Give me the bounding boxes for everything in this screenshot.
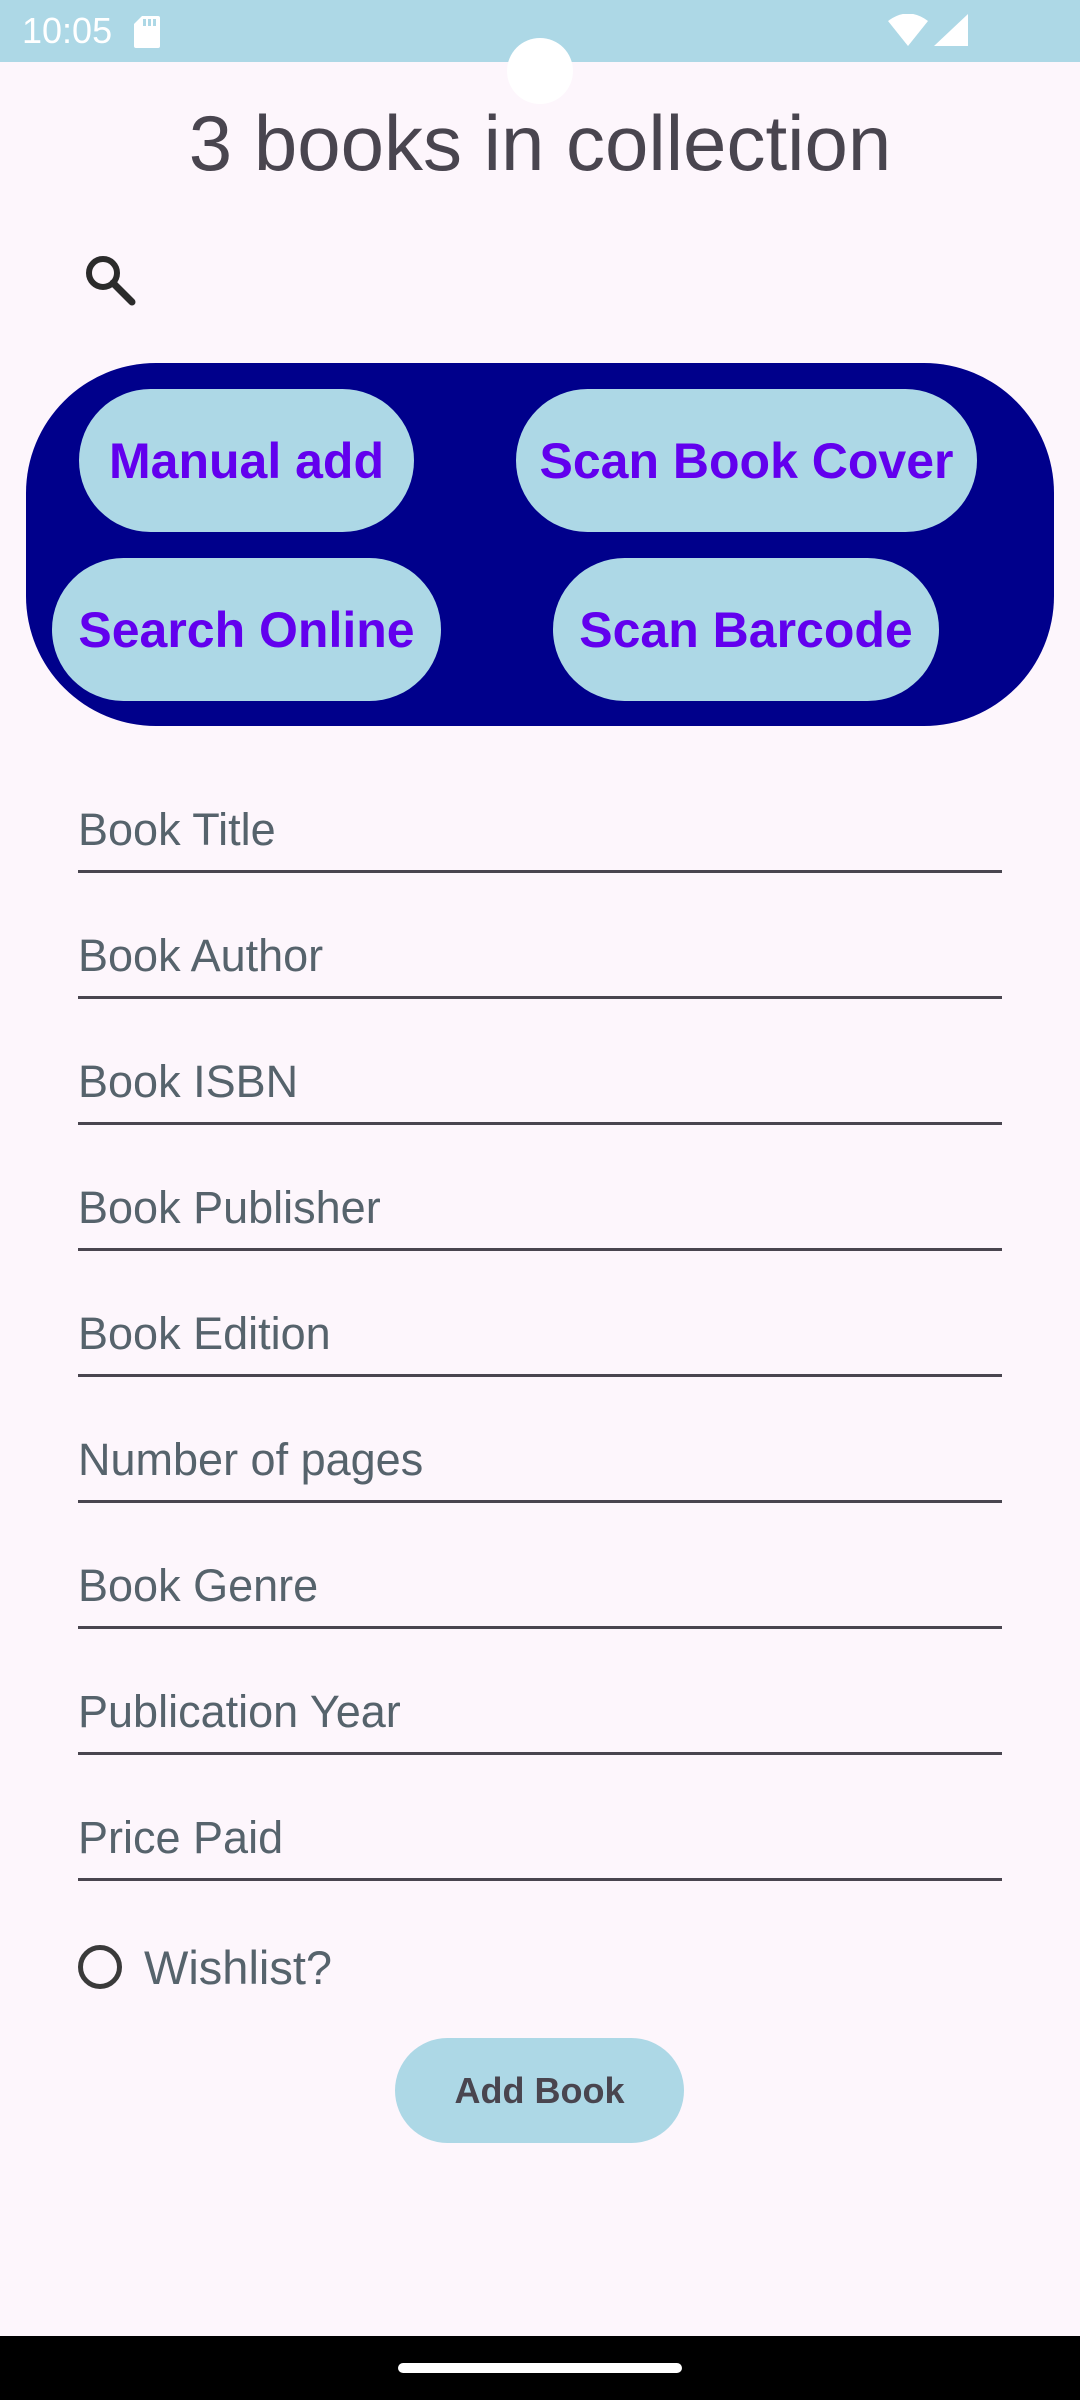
status-time: 10:05 <box>22 10 113 51</box>
book-genre-input[interactable] <box>78 1560 1002 1612</box>
number-of-pages-input[interactable] <box>78 1434 1002 1486</box>
book-genre-field <box>78 1549 1002 1629</box>
book-edition-field <box>78 1297 1002 1377</box>
book-publisher-input[interactable] <box>78 1182 1002 1234</box>
page-title: 3 books in collection <box>188 99 892 187</box>
search-icon[interactable] <box>82 252 138 308</box>
camera-cutout <box>507 38 573 104</box>
book-title-input[interactable] <box>78 804 1002 856</box>
manual-add-button[interactable]: Manual add <box>79 389 414 532</box>
wishlist-option[interactable]: Wishlist? <box>78 1932 332 2002</box>
book-isbn-field <box>78 1045 1002 1125</box>
book-author-field <box>78 919 1002 999</box>
sd-card-icon <box>134 16 160 48</box>
publication-year-input[interactable] <box>78 1686 1002 1738</box>
search-online-button[interactable]: Search Online <box>52 558 441 701</box>
publication-year-field <box>78 1675 1002 1755</box>
home-handle[interactable] <box>398 2363 682 2373</box>
wishlist-label: Wishlist? <box>144 1940 333 1994</box>
book-author-input[interactable] <box>78 930 1002 982</box>
book-isbn-input[interactable] <box>78 1056 1002 1108</box>
wifi-icon <box>888 14 928 46</box>
book-edition-input[interactable] <box>78 1308 1002 1360</box>
scan-book-cover-button[interactable]: Scan Book Cover <box>516 389 977 532</box>
signal-icon <box>934 14 968 46</box>
book-publisher-field <box>78 1171 1002 1251</box>
book-title-field <box>78 793 1002 873</box>
number-of-pages-field <box>78 1423 1002 1503</box>
add-book-button[interactable]: Add Book <box>395 2038 684 2143</box>
scan-barcode-button[interactable]: Scan Barcode <box>553 558 939 701</box>
price-paid-field <box>78 1801 1002 1881</box>
price-paid-input[interactable] <box>78 1812 1002 1864</box>
wishlist-radio[interactable] <box>78 1945 122 1989</box>
